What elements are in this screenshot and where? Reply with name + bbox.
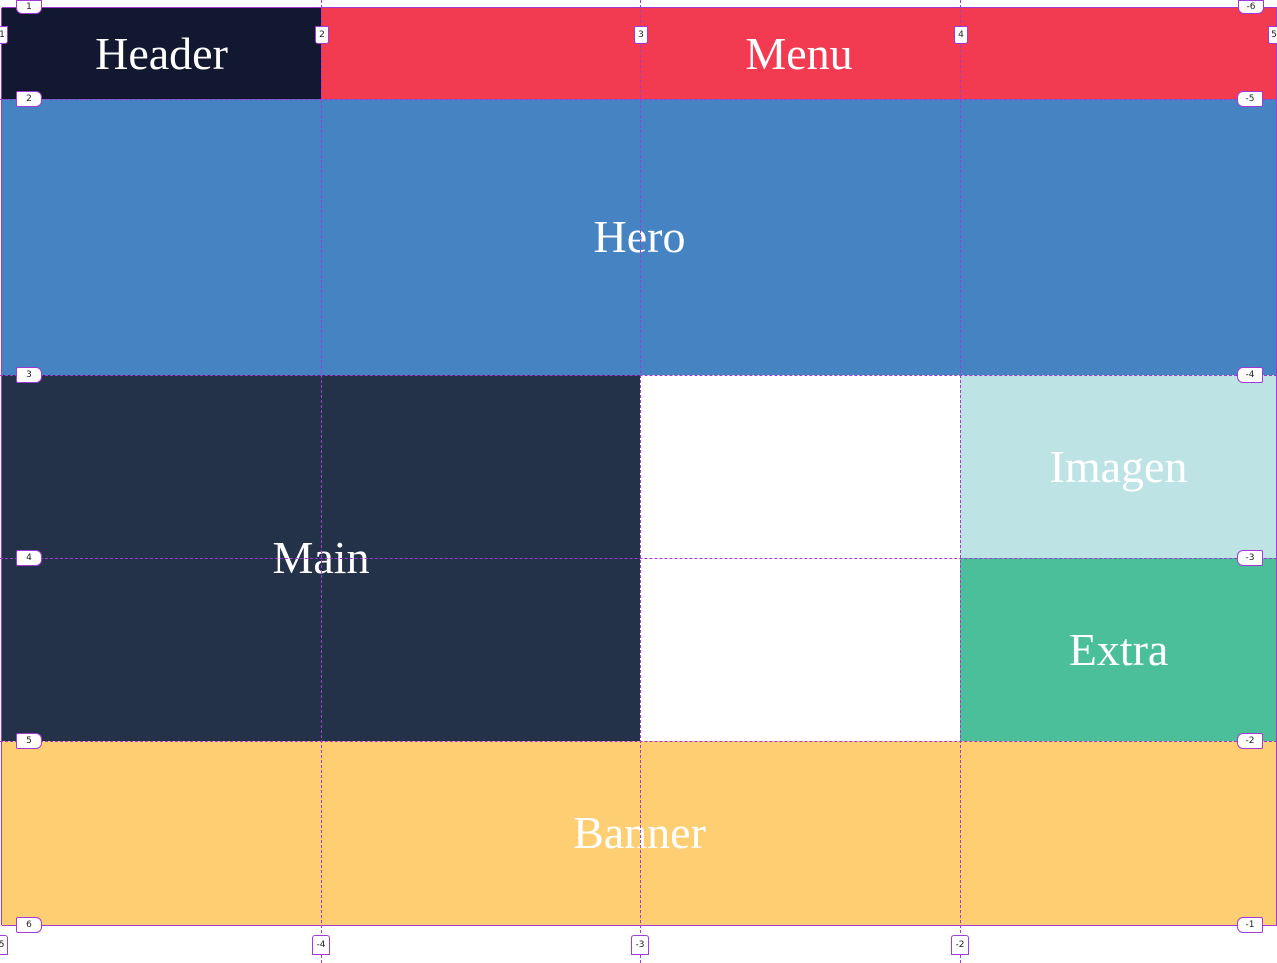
grid-line-badge: -2 <box>1237 733 1263 749</box>
main-area: Main <box>2 375 640 741</box>
grid-line-badge: -3 <box>631 935 649 955</box>
hero-label: Hero <box>593 211 686 262</box>
extra-area: Extra <box>960 558 1277 741</box>
hero-area: Hero <box>2 99 1277 375</box>
grid-line-badge: -6 <box>1238 0 1264 14</box>
grid-line-badge: 4 <box>16 550 42 566</box>
grid-line-badge: 4 <box>954 26 968 44</box>
menu-label: Menu <box>745 27 853 79</box>
banner-area: Banner <box>2 741 1277 925</box>
imagen-area: Imagen <box>960 375 1277 558</box>
grid-line-badge: -5 <box>0 935 8 955</box>
grid-line-badge: -4 <box>1237 367 1263 383</box>
grid-line-badge: 1 <box>16 0 42 14</box>
grid-line-badge: -5 <box>1237 91 1263 107</box>
extra-label: Extra <box>1068 623 1169 675</box>
grid-line-badge: 6 <box>16 917 42 933</box>
grid-line-badge: -4 <box>312 935 330 955</box>
imagen-label: Imagen <box>1049 440 1188 492</box>
grid-line-badge: 5 <box>1268 26 1277 44</box>
grid-line-badge: 2 <box>315 26 329 44</box>
grid-line-badge: 2 <box>16 91 42 107</box>
main-label: Main <box>272 532 370 583</box>
grid-line-badge: -3 <box>1237 550 1263 566</box>
empty-grid-cell <box>640 375 960 741</box>
header-area: Header <box>2 8 321 99</box>
grid-line-badge: 3 <box>634 26 648 44</box>
grid-line-badge: -2 <box>951 935 969 955</box>
menu-area: Menu <box>321 8 1277 99</box>
grid-line-badge: 3 <box>16 367 42 383</box>
grid-border-bottom <box>2 925 1277 926</box>
header-label: Header <box>95 27 228 79</box>
grid-line-badge: 1 <box>0 26 8 44</box>
banner-label: Banner <box>573 807 706 858</box>
grid-line-badge: -1 <box>1237 917 1263 933</box>
grid-line-badge: 5 <box>16 733 42 749</box>
